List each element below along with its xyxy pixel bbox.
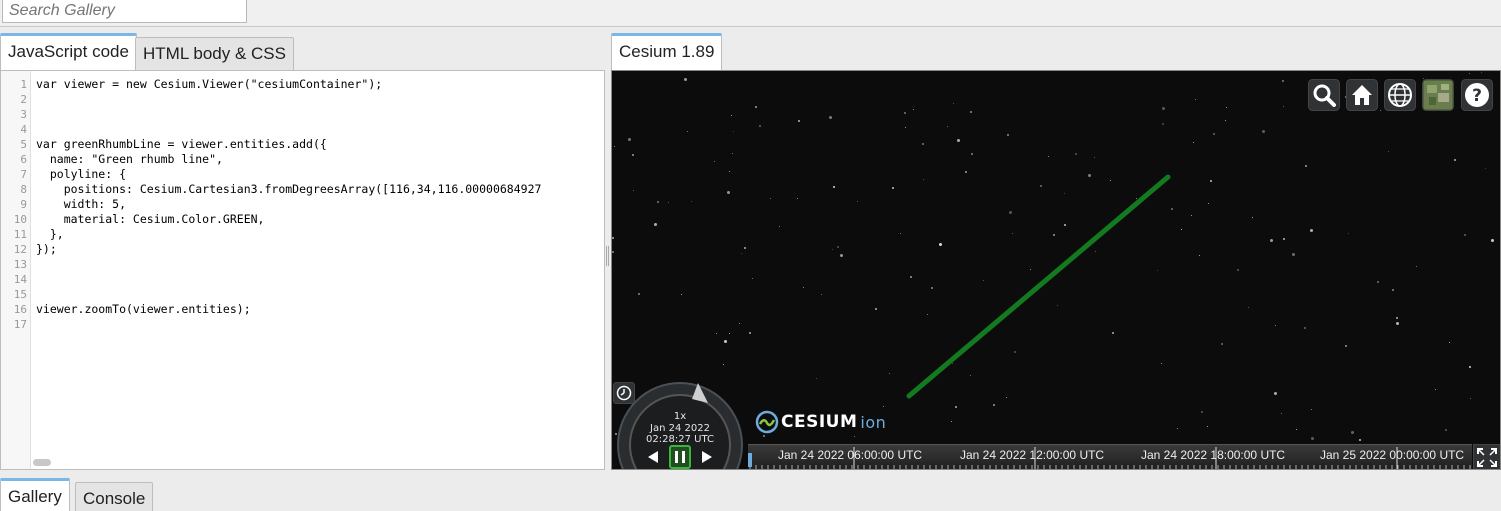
line-number: 5 [20, 138, 27, 151]
tab-javascript-code[interactable]: JavaScript code [0, 33, 137, 70]
code-line[interactable]: var viewer = new Cesium.Viewer("cesiumCo… [36, 77, 382, 92]
globe-icon [1388, 83, 1412, 107]
cesium-ion-logo[interactable]: CESIUM ion [755, 409, 886, 435]
fullscreen-button[interactable] [1473, 444, 1500, 469]
line-number: 7 [20, 168, 27, 181]
tab-html-body-css[interactable]: HTML body & CSS [135, 37, 294, 70]
code-line[interactable]: width: 5, [36, 197, 126, 212]
green-rhumb-line [906, 174, 1171, 399]
code-line[interactable]: positions: Cesium.Cartesian3.fromDegrees… [36, 182, 542, 197]
code-line[interactable]: viewer.zoomTo(viewer.entities); [36, 302, 251, 317]
cesium-logo-icon [755, 410, 779, 434]
line-number: 15 [13, 288, 27, 301]
timeline-label: Jan 24 2022 12:00:00 UTC [960, 448, 1105, 462]
animation-time: 02:28:27 UTC [646, 434, 714, 445]
line-number: 9 [20, 198, 27, 211]
line-number: 2 [20, 93, 27, 106]
pause-icon [675, 451, 685, 463]
bottom-panel [0, 470, 1501, 511]
animation-speed: 1x [673, 411, 687, 422]
code-line[interactable]: name: "Green rhumb line", [36, 152, 223, 167]
line-number: 1 [20, 78, 27, 91]
home-icon [1352, 85, 1372, 105]
timeline-needle[interactable] [748, 453, 752, 467]
pane-splitter-handle[interactable] [606, 246, 609, 266]
play-forward-icon [702, 451, 712, 463]
line-number: 11 [13, 228, 27, 241]
line-number: 13 [13, 258, 27, 271]
timeline-label: Jan 24 2022 18:00:00 UTC [1141, 448, 1286, 462]
tab-gallery[interactable]: Gallery [0, 478, 70, 511]
svg-text:?: ? [1472, 86, 1482, 106]
base-layer-picker-button[interactable] [1422, 79, 1454, 111]
home-button[interactable] [1346, 79, 1378, 111]
animation-date: Jan 24 2022 [650, 423, 710, 434]
pause-button[interactable] [669, 445, 691, 469]
logo-brand-text: CESIUM [781, 412, 858, 432]
top-bar [0, 0, 1501, 27]
code-editor[interactable]: 1 2 3 4 5 6 7 8 9 10 11 12 13 14 15 16 1… [0, 70, 605, 470]
line-number: 8 [20, 183, 27, 196]
horizontal-scrollbar[interactable] [33, 459, 51, 466]
logo-suffix-text: ion [860, 412, 887, 432]
fullscreen-icon [1477, 448, 1497, 467]
geocoder-search-button[interactable] [1308, 79, 1340, 111]
code-line[interactable]: material: Cesium.Color.GREEN, [36, 212, 265, 227]
line-number: 14 [13, 273, 27, 286]
imagery-picker-icon [1424, 81, 1452, 109]
tab-console[interactable]: Console [75, 482, 154, 511]
line-number: 3 [20, 108, 27, 121]
line-number: 4 [20, 123, 27, 136]
help-icon: ? [1465, 83, 1489, 107]
play-reverse-icon [648, 451, 658, 463]
tab-cesium-viewer[interactable]: Cesium 1.89 [611, 33, 723, 70]
play-reverse-button[interactable] [644, 447, 662, 467]
play-forward-button[interactable] [698, 447, 716, 467]
line-number: 12 [13, 243, 27, 256]
timeline-label: Jan 24 2022 06:00:00 UTC [778, 448, 923, 462]
timeline[interactable]: Jan 24 2022 06:00:00 UTC Jan 24 2022 12:… [748, 444, 1472, 469]
code-line[interactable]: }); [36, 242, 57, 257]
search-input[interactable] [2, 0, 247, 23]
code-line[interactable]: var greenRhumbLine = viewer.entities.add… [36, 137, 327, 152]
scene-mode-button[interactable] [1384, 79, 1416, 111]
navigation-help-button[interactable]: ? [1461, 79, 1493, 111]
cesium-viewer[interactable]: ? 1x Jan 24 2022 02:28:27 UTC CESIUM ion… [611, 70, 1501, 470]
line-number: 6 [20, 153, 27, 166]
line-number: 17 [13, 318, 27, 331]
code-line[interactable]: }, [36, 227, 64, 242]
animation-widget[interactable]: 1x Jan 24 2022 02:28:27 UTC [616, 381, 744, 469]
search-icon [1313, 84, 1336, 107]
timeline-label: Jan 25 2022 00:00:00 UTC [1320, 448, 1465, 462]
line-number-gutter: 1 2 3 4 5 6 7 8 9 10 11 12 13 14 15 16 1… [1, 71, 31, 469]
code-line[interactable]: polyline: { [36, 167, 126, 182]
line-number: 16 [13, 303, 27, 316]
line-number: 10 [13, 213, 27, 226]
